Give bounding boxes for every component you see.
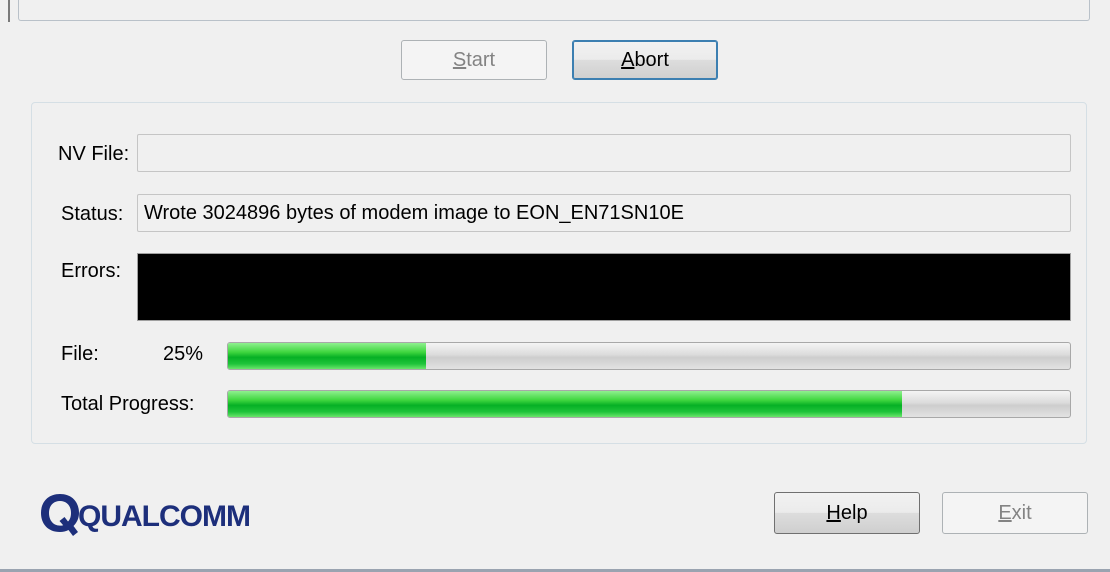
total-progress-fill	[228, 391, 902, 417]
start-button-label: tart	[466, 48, 496, 71]
help-button[interactable]: Help	[774, 492, 920, 534]
file-progress-percent: 25%	[163, 343, 204, 365]
abort-button-accel: A	[621, 48, 635, 71]
help-button-accel: H	[826, 501, 841, 524]
start-button[interactable]: Start	[401, 40, 547, 80]
total-progress-label: Total Progress:	[61, 393, 195, 415]
exit-button[interactable]: Exit	[942, 492, 1088, 534]
qualcomm-wordmark: QUALCOMM	[78, 500, 250, 533]
help-button-label: elp	[840, 501, 868, 524]
nv-file-field	[137, 134, 1071, 172]
status-field: Wrote 3024896 bytes of modem image to EO…	[137, 194, 1071, 232]
errors-box	[137, 253, 1071, 321]
file-progress-bar	[227, 342, 1071, 370]
file-progress-fill	[228, 343, 426, 369]
exit-button-accel: E	[998, 501, 1012, 524]
upper-groupbox-edge	[18, 0, 1090, 21]
file-progress-label: File:	[61, 343, 99, 365]
start-button-accel: S	[452, 48, 467, 71]
status-label: Status:	[61, 203, 124, 225]
nv-file-label: NV File:	[58, 143, 130, 165]
exit-button-label: xit	[1011, 501, 1032, 524]
total-progress-bar	[227, 390, 1071, 418]
errors-label: Errors:	[61, 260, 121, 282]
qualcomm-logo: QUALCOMM	[41, 494, 251, 536]
window-left-edge	[8, 0, 10, 22]
abort-button[interactable]: Abort	[572, 40, 718, 80]
abort-button-label: bort	[634, 48, 669, 71]
